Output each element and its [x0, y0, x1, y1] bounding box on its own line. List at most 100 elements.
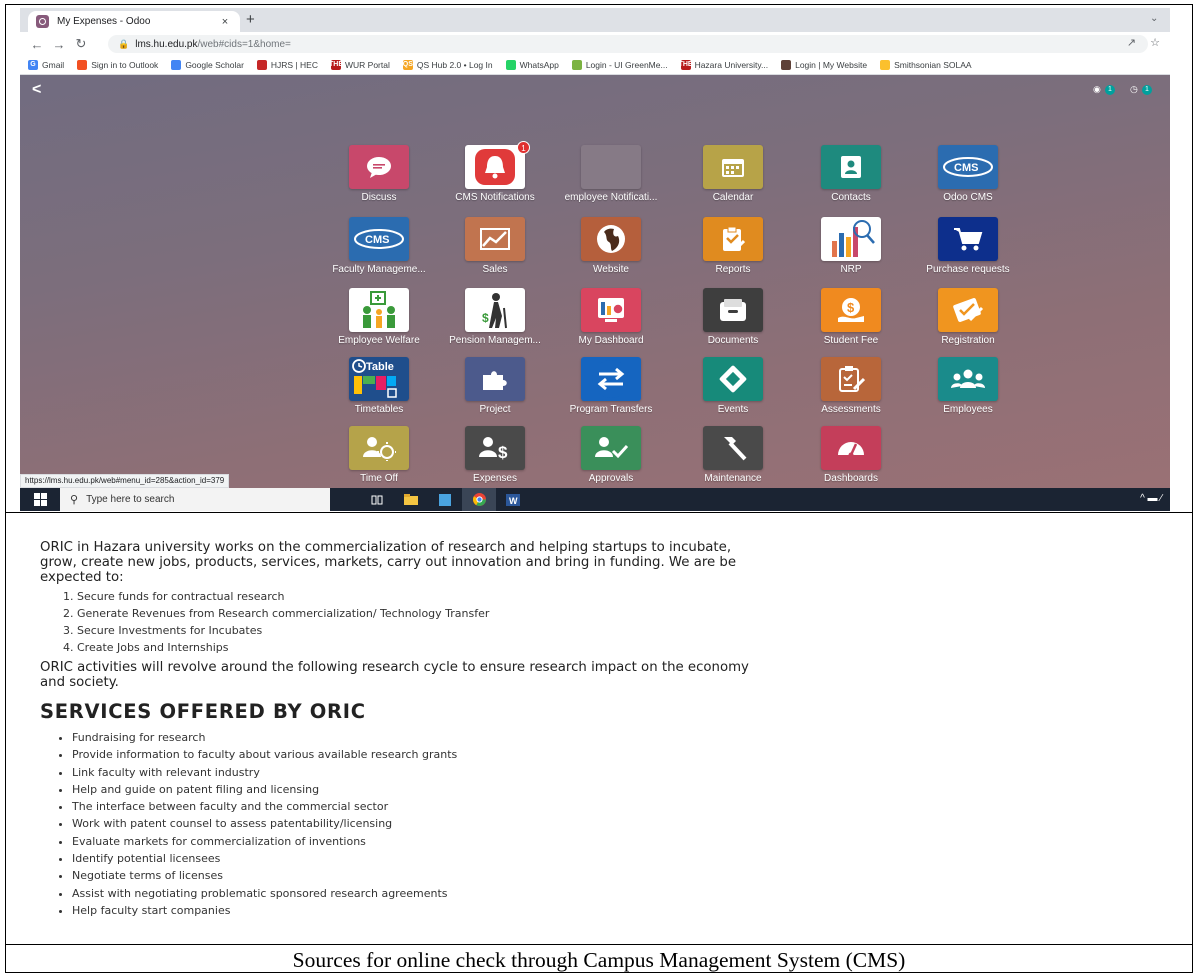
bookmark-item[interactable]: Login - UI GreenMe...	[571, 60, 668, 70]
bookmark-item[interactable]: THE Hazara University...	[679, 60, 768, 70]
app-label: CMS Notifications	[455, 192, 535, 203]
browser-tab[interactable]: My Expenses - Odoo ×	[28, 11, 240, 32]
app-tile[interactable]: Employees	[908, 357, 1028, 419]
windows-logo-icon[interactable]	[20, 488, 60, 511]
bookmark-item[interactable]: Login | My Website	[781, 60, 867, 70]
app-label: Assessments	[821, 404, 881, 415]
windows-taskbar: ⚲ Type here to search W ^ ▬ ∕	[20, 488, 1170, 511]
bookmark-favicon-icon	[880, 60, 891, 70]
odoo-screenshot: My Expenses - Odoo × + ⌄ ← → ↻ 🔒 lms.hu.…	[20, 8, 1170, 511]
app-tile[interactable]: Calendar	[673, 145, 793, 207]
notification-badge: 1	[517, 141, 530, 154]
app-tile[interactable]: Website	[551, 217, 671, 279]
address-bar[interactable]: 🔒 lms.hu.edu.pk /web#cids=1&home=	[108, 35, 1148, 53]
svg-text:W: W	[509, 496, 518, 506]
system-tray[interactable]: ^ ▬ ∕	[1140, 493, 1162, 504]
pension-icon: $	[465, 288, 525, 332]
bookmark-item[interactable]: QS QS Hub 2.0 • Log In	[403, 60, 493, 70]
timeoff-icon	[349, 426, 409, 470]
app-tile[interactable]: Maintenance	[673, 426, 793, 488]
app-tile[interactable]: Project	[435, 357, 555, 419]
app-tile[interactable]: Assessments	[791, 357, 911, 419]
bookmark-item[interactable]: G Gmail	[28, 60, 64, 70]
ticket-icon	[703, 357, 763, 401]
chrome-icon[interactable]	[462, 488, 496, 511]
app-tile[interactable]: CMS Odoo CMS	[908, 145, 1028, 207]
app-tile[interactable]: Approvals	[551, 426, 671, 488]
service-item: Help faculty start companies	[72, 902, 1160, 919]
back-arrow-icon[interactable]: ←	[26, 37, 48, 52]
bookmark-item[interactable]: Google Scholar	[171, 60, 244, 70]
activity-clock-icon[interactable]: ◷ 1	[1130, 84, 1152, 95]
task-view-icon[interactable]	[360, 488, 394, 511]
documents-icon	[703, 288, 763, 332]
expectation-item: Secure Investments for Incubates	[77, 622, 1160, 639]
back-chevron-icon[interactable]: <	[32, 81, 41, 99]
bookmark-item[interactable]: HJRS | HEC	[256, 60, 318, 70]
app-tile[interactable]: Registration	[908, 288, 1028, 350]
app-tile[interactable]: employee Notificati...	[551, 145, 671, 207]
bookmark-item[interactable]: Smithsonian SOLAA	[880, 60, 972, 70]
app-tile[interactable]: NRP	[791, 217, 911, 279]
app-tile[interactable]: Dashboards	[791, 426, 911, 488]
bookmark-label: WhatsApp	[519, 60, 559, 70]
bookmark-label: Google Scholar	[185, 60, 244, 70]
services-heading: SERVICES OFFERED BY ORIC	[40, 700, 366, 723]
app-tile[interactable]: Purchase requests	[908, 217, 1028, 279]
app-tile[interactable]: CMS Faculty Manageme...	[319, 217, 439, 279]
bookmark-label: Login - UI GreenMe...	[585, 60, 668, 70]
taskbar-search[interactable]: ⚲ Type here to search	[60, 488, 330, 511]
welfare-icon	[349, 288, 409, 332]
bookmark-item[interactable]: THE WUR Portal	[329, 60, 390, 70]
reports-icon	[703, 217, 763, 261]
app-tile[interactable]: Contacts	[791, 145, 911, 207]
expenses-icon: $	[465, 426, 525, 470]
app-tile[interactable]: Employee Welfare	[319, 288, 439, 350]
tab-title: My Expenses - Odoo	[57, 16, 151, 27]
reload-icon[interactable]: ↻	[70, 36, 92, 52]
forward-arrow-icon[interactable]: →	[48, 37, 70, 52]
star-icon[interactable]: ☆	[1150, 36, 1160, 49]
app-tile[interactable]: Reports	[673, 217, 793, 279]
figure-caption: Sources for online check through Campus …	[292, 948, 906, 972]
svg-text:$: $	[482, 311, 489, 325]
store-icon[interactable]	[428, 488, 462, 511]
app-tile[interactable]: $ Pension Managem...	[435, 288, 555, 350]
chat-icon[interactable]: ◉ 1	[1093, 84, 1115, 95]
bookmark-favicon-icon	[171, 60, 182, 70]
app-tile[interactable]: Time Off	[319, 426, 439, 488]
bookmark-label: Smithsonian SOLAA	[894, 60, 972, 70]
globe-icon	[581, 217, 641, 261]
svg-text:$: $	[498, 443, 508, 461]
bookmark-item[interactable]: WhatsApp	[505, 60, 559, 70]
bookmark-favicon-icon	[256, 60, 267, 70]
app-tile[interactable]: Table Timetables	[319, 357, 439, 419]
app-tile[interactable]: Events	[673, 357, 793, 419]
url-host: lms.hu.edu.pk	[135, 38, 198, 50]
bookmark-item[interactable]: Sign in to Outlook	[77, 60, 158, 70]
chevron-down-icon[interactable]: ⌄	[1150, 13, 1158, 24]
app-tile[interactable]: $ Expenses	[435, 426, 555, 488]
share-icon[interactable]: ↗	[1127, 36, 1136, 49]
service-item: Assist with negotiating problematic spon…	[72, 885, 1160, 902]
bookmark-favicon-icon: QS	[402, 60, 413, 70]
blank-icon	[581, 145, 641, 189]
odoo-home-menu: < ◉ 1 ◷ 1 Discuss 1 CMS Notifications employe…	[20, 75, 1170, 488]
app-tile[interactable]: My Dashboard	[551, 288, 671, 350]
file-explorer-icon[interactable]	[394, 488, 428, 511]
bookmark-label: Sign in to Outlook	[91, 60, 159, 70]
bookmark-label: QS Hub 2.0 • Log In	[416, 60, 493, 70]
bookmarks-bar: G Gmail Sign in to Outlook Google Scholar HJ…	[20, 56, 1170, 75]
word-icon[interactable]: W	[496, 488, 530, 511]
app-tile[interactable]: Sales	[435, 217, 555, 279]
new-tab-icon[interactable]: +	[246, 11, 255, 28]
expectation-item: Generate Revenues from Research commerci…	[77, 605, 1160, 622]
app-tile[interactable]: 1 CMS Notifications	[435, 141, 555, 207]
app-tile[interactable]: Discuss	[319, 145, 439, 207]
app-tile[interactable]: Documents	[673, 288, 793, 350]
app-tile[interactable]: $ Student Fee	[791, 288, 911, 350]
app-tile[interactable]: Program Transfers	[551, 357, 671, 419]
app-label: Purchase requests	[926, 264, 1010, 275]
odoo-favicon-icon	[36, 15, 49, 28]
close-tab-icon[interactable]: ×	[218, 16, 232, 28]
